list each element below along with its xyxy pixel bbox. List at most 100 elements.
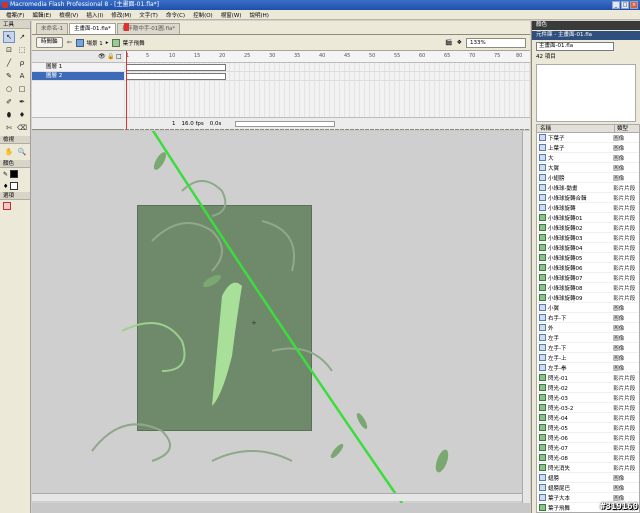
library-item[interactable]: 閃光-06 影片片段 [537,433,639,443]
menu-insert[interactable]: 插入(I) [82,11,107,19]
ink-bottle-tool-icon[interactable]: ⬮ [3,109,15,121]
edit-symbol-icon[interactable]: ❖ [457,39,462,46]
library-item[interactable]: 翅膀尾巴 圖像 [537,483,639,493]
gradient-transform-tool-icon[interactable]: ⬚ [16,44,28,56]
library-item[interactable]: 閃光-03 影片片段 [537,393,639,403]
zoom-tool-icon[interactable]: 🔍 [16,146,28,158]
library-item[interactable]: 大 圖像 [537,153,639,163]
menu-modify[interactable]: 修改(M) [107,11,135,19]
library-item[interactable]: 閃光-03-2 影片片段 [537,403,639,413]
library-item-list[interactable]: 下葉子 圖像 上葉子 圖像大圖像 大翼 圖像 小翅膀 圖像 小綠球-動畫 影片片段 小綠球旋轉合輯影… [536,133,640,513]
menu-window[interactable]: 視窗(W) [217,11,246,19]
selection-tool-icon[interactable]: ↖ [3,31,15,43]
menu-help[interactable]: 說明(H) [245,11,272,19]
library-item[interactable]: 小綠球旋轉08 影片片段 [537,283,639,293]
library-item[interactable]: 小翅膀 圖像 [537,173,639,183]
library-item[interactable]: 小綠球旋轉06 影片片段 [537,263,639,273]
stage[interactable]: + [32,131,522,503]
playhead-handle[interactable] [124,23,129,31]
color-panel-title[interactable]: 顏色 [532,21,640,30]
library-item[interactable]: 小綠球旋轉合輯 影片片段 [537,193,639,203]
tab-untitled-1[interactable]: 未命名-1 [36,23,68,34]
breadcrumb-symbol[interactable]: 葉子飛舞 [123,39,145,47]
edit-scene-icon[interactable]: 🎬 [445,39,452,46]
text-tool-icon[interactable]: A [16,70,28,82]
close-button[interactable]: × [630,1,638,9]
lock-icon[interactable]: 🔒 [107,53,114,60]
menu-view[interactable]: 檢視(V) [55,11,82,19]
library-item[interactable]: 小綠球旋轉07 影片片段 [537,273,639,283]
stage-horizontal-scrollbar[interactable] [32,493,522,501]
library-item[interactable]: 左手-下 圖像 [537,343,639,353]
menu-file[interactable]: 檔案(F) [2,11,28,19]
layer-row-2[interactable]: 圖層 2 [32,72,124,81]
tab-main-fla[interactable]: 主畫面-01.fla* [68,23,116,34]
library-document-select[interactable]: 主畫面-01.fla [536,42,614,51]
timeline-scrollbar[interactable] [235,120,336,127]
layer-row-1[interactable]: 圖層 1 [32,63,124,72]
outline-icon[interactable]: □ [116,53,122,60]
library-panel-title[interactable]: 元件庫 - 主畫面-01.fla [532,31,640,40]
back-arrow-icon[interactable]: ⇦ [67,39,72,46]
oval-tool-icon[interactable]: ○ [3,83,15,95]
library-item[interactable]: 小綠球旋轉01 影片片段 [537,213,639,223]
stage-vertical-scrollbar[interactable] [522,131,530,503]
library-item[interactable]: 小綠球旋轉04 影片片段 [537,243,639,253]
frame-ruler[interactable]: 1 5 10 15 20 25 30 35 40 45 50 55 60 65 … [124,51,530,63]
library-item[interactable]: 小綠球旋轉02 影片片段 [537,223,639,233]
brush-tool-icon[interactable]: ✒ [16,96,28,108]
menu-control[interactable]: 控制(O) [189,11,217,19]
frame-span[interactable] [126,73,226,80]
motion-guide-path[interactable] [150,131,404,503]
library-item[interactable]: 閃光-01 影片片段 [537,373,639,383]
menu-edit[interactable]: 編輯(E) [28,11,55,19]
library-item[interactable]: 閃光-02 影片片段 [537,383,639,393]
library-item[interactable]: 翅膀 圖像 [537,473,639,483]
minimize-button[interactable]: _ [612,1,620,9]
eraser-tool-icon[interactable]: ⌫ [16,122,28,134]
library-item[interactable]: 外 圖像 [537,323,639,333]
eyedropper-tool-icon[interactable]: ✄ [3,122,15,134]
free-transform-tool-icon[interactable]: ⊡ [3,44,15,56]
library-item[interactable]: 上葉子 圖像 [537,143,639,153]
frame-row-1[interactable] [124,63,530,72]
hand-tool-icon[interactable]: ✋ [3,146,15,158]
library-item[interactable]: 閃光消失 影片片段 [537,463,639,473]
library-item[interactable]: 小翼 圖像 [537,303,639,313]
library-item[interactable]: 大翼 圖像 [537,163,639,173]
zoom-select[interactable]: 133% [466,37,526,48]
fill-color-swatch[interactable] [10,182,19,190]
frame-row-2[interactable] [124,72,530,81]
menu-commands[interactable]: 命令(C) [162,11,189,19]
library-item[interactable]: 閃光-05 影片片段 [537,423,639,433]
maximize-button[interactable]: □ [621,1,629,9]
menu-text[interactable]: 文字(T) [135,11,162,19]
pen-tool-icon[interactable]: ✎ [3,70,15,82]
library-item[interactable]: 右手-下 圖像 [537,313,639,323]
library-item[interactable]: 左手-拳 圖像 [537,363,639,373]
library-item[interactable]: 左手 圖像 [537,333,639,343]
timeline-toggle-button[interactable]: 時間軸 [36,37,63,48]
library-item[interactable]: 小綠球-動畫 影片片段 [537,183,639,193]
library-item[interactable]: 閃光-08 影片片段 [537,453,639,463]
library-item[interactable]: 小綠球旋轉 影片片段 [537,203,639,213]
library-item[interactable]: 閃光-04 影片片段 [537,413,639,423]
eye-icon[interactable]: 👁 [98,53,106,60]
line-tool-icon[interactable]: ╱ [3,57,15,69]
library-item[interactable]: 左手-上 圖像 [537,353,639,363]
library-item[interactable]: 小綠球旋轉03 影片片段 [537,233,639,243]
library-item[interactable]: 下葉子 圖像 [537,133,639,143]
snap-option-icon[interactable] [3,202,11,210]
column-type-header[interactable]: 類型 [615,125,628,132]
library-item[interactable]: 小綠球旋轉05 影片片段 [537,253,639,263]
lasso-tool-icon[interactable]: ρ [16,57,28,69]
rectangle-tool-icon[interactable]: □ [16,83,28,95]
column-name-header[interactable]: 名稱 [537,125,615,132]
stroke-color-swatch[interactable] [10,170,19,178]
frame-span[interactable] [126,64,226,71]
library-item[interactable]: 閃光-07 影片片段 [537,443,639,453]
paint-bucket-tool-icon[interactable]: ♦ [16,109,28,121]
pencil-tool-icon[interactable]: ✐ [3,96,15,108]
subselection-tool-icon[interactable]: ↗ [16,31,28,43]
breadcrumb-scene[interactable]: 場景 1 [87,39,103,47]
